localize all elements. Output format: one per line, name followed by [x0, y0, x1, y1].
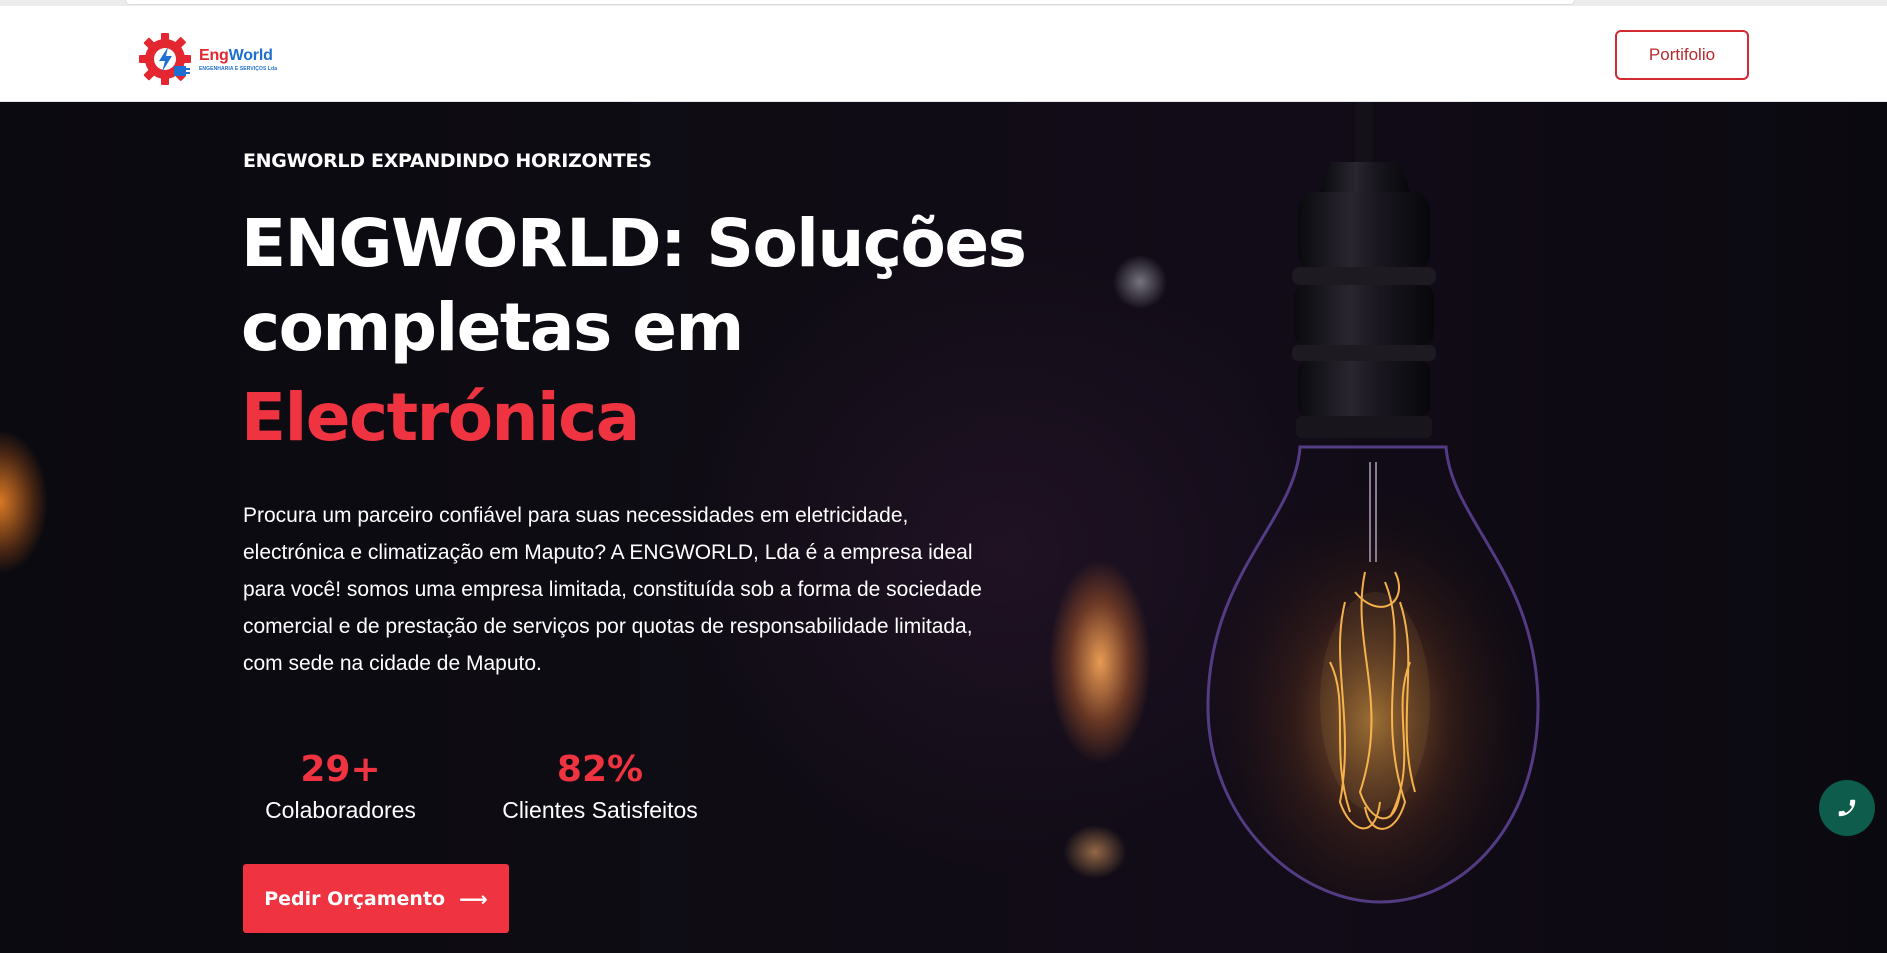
title-accent: Electrónica: [241, 379, 640, 456]
lightbulb-image: [1180, 102, 1580, 953]
stat-value: 29+: [300, 749, 381, 790]
logo-tagline: ENGENHARIA E SERVIÇOS Lda: [199, 65, 278, 72]
logo-name: EngWorld: [199, 46, 273, 64]
stat-value: 82%: [556, 749, 644, 790]
stat-satisfied-clients: 82% Clientes Satisfeitos: [490, 747, 710, 824]
top-bar-pill: [125, 0, 1575, 5]
stat-label: Colaboradores: [265, 797, 416, 823]
stat-label: Clientes Satisfeitos: [502, 797, 698, 823]
request-quote-button[interactable]: Pedir Orçamento ⟶: [243, 864, 509, 933]
arrow-right-icon: ⟶: [459, 886, 488, 911]
title-line-1: ENGWORLD: Soluções: [241, 205, 1027, 282]
hero-title: ENGWORLD: Soluções completas em Electrón…: [241, 202, 1061, 460]
portfolio-button[interactable]: Portifolio: [1615, 30, 1749, 80]
logo[interactable]: EngWorld ENGENHARIA E SERVIÇOS Lda: [137, 26, 297, 92]
gear-plug-icon: [139, 33, 191, 85]
title-line-2: completas em: [241, 289, 744, 366]
page: EngWorld ENGENHARIA E SERVIÇOS Lda Porti…: [0, 0, 1887, 953]
hero-section: ENGWORLD EXPANDINDO HORIZONTES ENGWORLD:…: [0, 102, 1887, 953]
cta-label: Pedir Orçamento: [264, 887, 446, 910]
phone-icon: [1838, 799, 1856, 817]
stat-collaborators: 29+ Colaboradores: [243, 747, 438, 824]
hero-eyebrow: ENGWORLD EXPANDINDO HORIZONTES: [243, 150, 652, 172]
hero-description: Procura um parceiro confiável para suas …: [243, 504, 982, 675]
phone-button[interactable]: [1819, 780, 1875, 836]
site-header: EngWorld ENGENHARIA E SERVIÇOS Lda Porti…: [0, 6, 1887, 102]
logo-text: EngWorld ENGENHARIA E SERVIÇOS Lda: [199, 47, 277, 72]
